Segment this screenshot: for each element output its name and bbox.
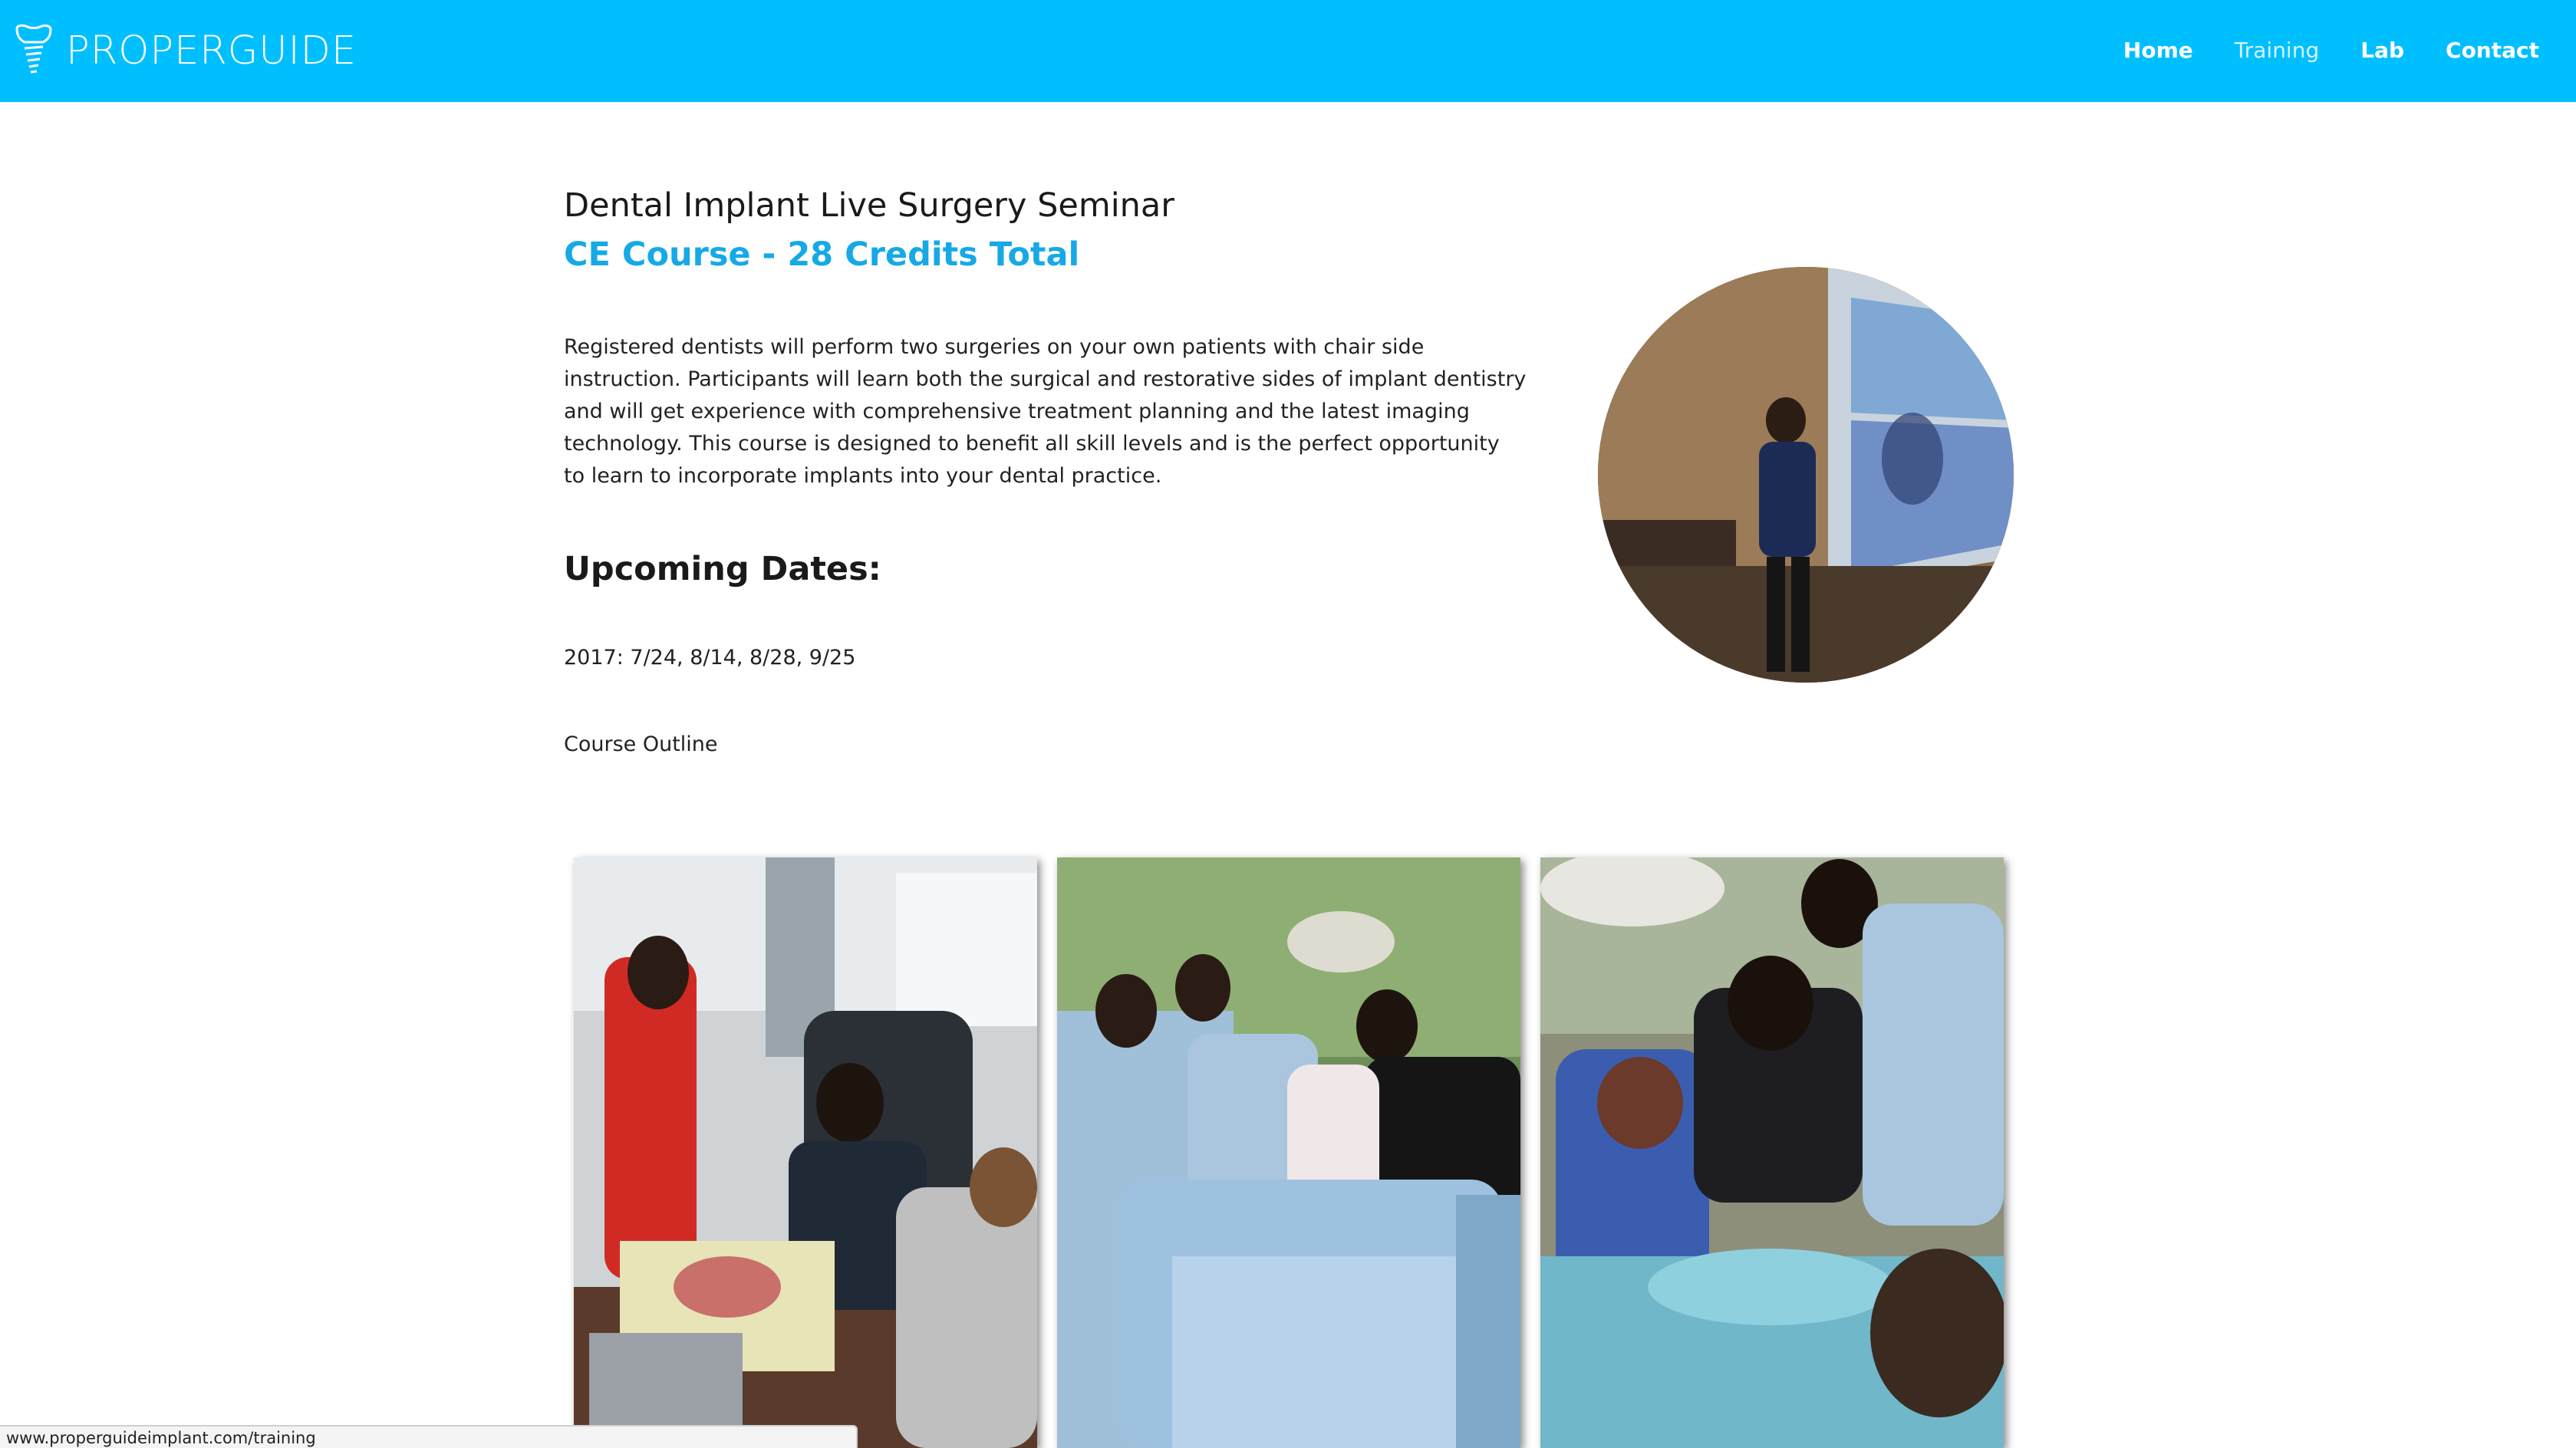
upcoming-dates-list: 2017: 7/24, 8/14, 8/28, 9/25 bbox=[564, 646, 856, 670]
gallery-photo-3-image bbox=[1540, 857, 2004, 1448]
gallery-photo-3 bbox=[1540, 857, 2004, 1448]
course-description: Registered dentists will perform two sur… bbox=[564, 335, 1527, 488]
page: PROPERGUIDE Home Training Lab Contact De… bbox=[0, 0, 2576, 1448]
gallery-photo-1-image bbox=[574, 857, 1037, 1448]
nav-home[interactable]: Home bbox=[2123, 38, 2193, 63]
main-nav: Home Training Lab Contact bbox=[2082, 31, 2539, 69]
presenter-photo bbox=[1598, 267, 2014, 683]
gallery-photo-2-image bbox=[1057, 857, 1520, 1448]
gallery-photo-1 bbox=[574, 857, 1037, 1448]
browser-status-bar: www.properguideimplant.com/training bbox=[0, 1425, 858, 1448]
nav-training[interactable]: Training bbox=[2235, 38, 2319, 63]
upcoming-dates-heading: Upcoming Dates: bbox=[564, 550, 881, 588]
course-credits-subtitle: CE Course - 28 Credits Total bbox=[564, 235, 1080, 274]
gallery-photo-2 bbox=[1057, 857, 1520, 1448]
brand-name: PROPERGUIDE bbox=[66, 28, 357, 74]
top-navbar: PROPERGUIDE Home Training Lab Contact bbox=[0, 0, 2576, 102]
page-title: Dental Implant Live Surgery Seminar bbox=[564, 186, 1174, 225]
tooth-implant-icon bbox=[15, 24, 52, 74]
nav-contact[interactable]: Contact bbox=[2446, 38, 2539, 63]
presenter-photo-image bbox=[1598, 267, 2014, 683]
course-outline-link[interactable]: Course Outline bbox=[564, 732, 718, 756]
brand-logo[interactable]: PROPERGUIDE bbox=[12, 21, 357, 80]
nav-lab[interactable]: Lab bbox=[2360, 38, 2404, 63]
